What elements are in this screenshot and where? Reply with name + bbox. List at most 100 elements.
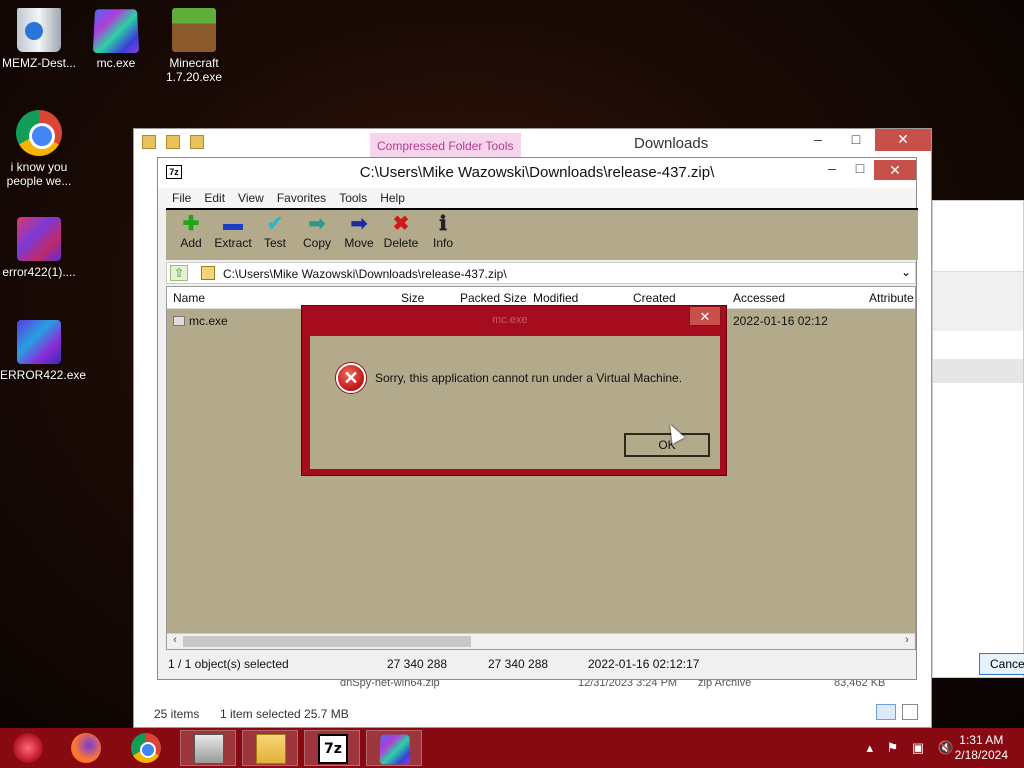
- menu-help[interactable]: Help: [374, 188, 412, 208]
- menu-view[interactable]: View: [232, 188, 271, 208]
- menu-edit[interactable]: Edit: [198, 188, 232, 208]
- info-button[interactable]: ℹ Info: [422, 210, 464, 260]
- taskbar-mc-exe[interactable]: [366, 730, 422, 766]
- scroll-thumb[interactable]: [183, 636, 471, 647]
- info-label: Info: [432, 236, 453, 250]
- desktop-icon-label: error422(1)....: [2, 265, 76, 279]
- scroll-left-icon[interactable]: ‹: [167, 634, 183, 646]
- desktop-icon-memz[interactable]: MEMZ-Dest...: [0, 8, 78, 70]
- add-label: Add: [180, 236, 202, 250]
- column-accessed[interactable]: Accessed: [733, 291, 785, 305]
- clock-date: 2/18/2024: [954, 748, 1008, 762]
- extract-icon: ▬: [223, 213, 243, 235]
- minecraft-block-icon: [92, 9, 140, 53]
- quick-access-toolbar[interactable]: [142, 135, 232, 153]
- window-title: Downloads: [634, 135, 709, 152]
- test-label: Test: [263, 236, 286, 250]
- tiles-view-icon[interactable]: [902, 704, 918, 720]
- minecraft-block-icon: [17, 320, 61, 364]
- chrome-icon: [16, 110, 62, 156]
- background-panel: [933, 271, 1023, 331]
- status-packed: 27 340 288: [488, 657, 549, 671]
- horizontal-scrollbar[interactable]: ‹ ›: [167, 633, 915, 649]
- file-icon: [173, 316, 185, 326]
- copy-icon: ➡: [308, 213, 326, 235]
- grass-block-icon: [172, 8, 216, 52]
- sevenzip-titlebar: 7z C:\Users\Mike Wazowski\Downloads\rele…: [158, 158, 916, 188]
- close-button[interactable]: ✕: [874, 160, 916, 180]
- error-message: Sorry, this application cannot run under…: [375, 371, 683, 385]
- properties-icon[interactable]: [166, 135, 180, 149]
- status-date: 2022-01-16 02:12:17: [588, 657, 700, 671]
- add-icon: ✚: [182, 213, 200, 235]
- info-icon: ℹ: [439, 213, 447, 235]
- speaker-muted-icon[interactable]: 🔇: [938, 740, 954, 755]
- delete-button[interactable]: ✖ Delete: [380, 210, 422, 260]
- test-button[interactable]: ✔ Test: [254, 210, 296, 260]
- maximize-button[interactable]: □: [846, 160, 874, 180]
- menu-file[interactable]: File: [166, 188, 198, 208]
- add-button[interactable]: ✚ Add: [170, 210, 212, 260]
- details-view-icon[interactable]: [876, 704, 896, 720]
- menu-tools[interactable]: Tools: [333, 188, 374, 208]
- window-controls: – □ ✕: [818, 160, 916, 180]
- desktop-icon-label: Minecraft 1.7.20.exe: [165, 56, 223, 84]
- row-accessed: 2022-01-16 02:12: [733, 314, 828, 328]
- taskbar-firefox[interactable]: [58, 730, 114, 766]
- status-size: 27 340 288: [387, 657, 448, 671]
- address-bar[interactable]: ⇧ C:\Users\Mike Wazowski\Downloads\relea…: [166, 262, 916, 284]
- minecraft-block-icon: [379, 734, 411, 765]
- column-packed-size[interactable]: Packed Size: [460, 291, 527, 305]
- extract-button[interactable]: ▬ Extract: [212, 210, 254, 260]
- taskbar-file-explorer[interactable]: [242, 730, 298, 766]
- desktop-icon-label: i know you people we...: [6, 160, 72, 188]
- folder-icon[interactable]: [142, 135, 156, 149]
- network-icon[interactable]: ▣: [912, 740, 924, 755]
- copy-button[interactable]: ➡ Copy: [296, 210, 338, 260]
- tray-chevron-icon[interactable]: ▴: [866, 740, 873, 755]
- up-folder-icon[interactable]: ⇧: [170, 265, 188, 281]
- maximize-button[interactable]: □: [837, 129, 875, 151]
- error-icon: ✕: [336, 363, 366, 393]
- desktop-icon-label: ERROR422.exe: [0, 368, 87, 382]
- desktop-icon-chrome-shortcut[interactable]: i know you people we...: [0, 110, 78, 188]
- copy-label: Copy: [302, 236, 331, 250]
- close-button[interactable]: ✕: [875, 129, 931, 151]
- desktop-icon-minecraft[interactable]: Minecraft 1.7.20.exe: [155, 8, 233, 84]
- minimize-button[interactable]: –: [818, 160, 846, 180]
- scroll-right-icon[interactable]: ›: [899, 634, 915, 646]
- menu-bar: File Edit View Favorites Tools Help: [158, 188, 916, 208]
- desktop-icon-error422[interactable]: ERROR422.exe: [0, 320, 87, 382]
- taskbar-chrome[interactable]: [118, 730, 174, 766]
- toolbar: ✚ Add ▬ Extract ✔ Test ➡ Copy ➡ Move ✖ Delete …: [166, 208, 918, 260]
- zip-archive-icon: [201, 266, 215, 280]
- clock[interactable]: 1:31 AM 2/18/2024: [955, 733, 1008, 763]
- taskbar-7zip[interactable]: 7z: [304, 730, 360, 766]
- desktop-icon-mc-exe[interactable]: mc.exe: [77, 8, 155, 70]
- window-title: C:\Users\Mike Wazowski\Downloads\release…: [359, 164, 715, 181]
- ok-button[interactable]: OK: [624, 433, 710, 457]
- close-button[interactable]: ✕: [689, 306, 721, 326]
- column-attributes[interactable]: Attribute: [869, 291, 914, 305]
- column-created[interactable]: Created: [633, 291, 676, 305]
- flag-icon[interactable]: ⚑: [887, 740, 899, 755]
- dialog-body: ✕ Sorry, this application cannot run und…: [310, 336, 720, 469]
- archive-icon: [194, 734, 224, 764]
- ribbon-tab-compressed-folder-tools[interactable]: Compressed Folder Tools: [370, 133, 521, 159]
- column-modified[interactable]: Modified: [533, 291, 578, 305]
- chevron-down-icon[interactable]: ⌄: [901, 265, 911, 279]
- new-folder-icon[interactable]: [190, 135, 204, 149]
- start-button[interactable]: [0, 730, 56, 766]
- column-size[interactable]: Size: [401, 291, 424, 305]
- menu-favorites[interactable]: Favorites: [271, 188, 333, 208]
- minimize-button[interactable]: –: [799, 129, 837, 151]
- cancel-button[interactable]: Cance: [979, 653, 1024, 675]
- column-name[interactable]: Name: [173, 291, 205, 305]
- row-name: mc.exe: [189, 314, 228, 328]
- desktop-icon-label: MEMZ-Dest...: [2, 56, 76, 70]
- taskbar-archive-app[interactable]: [180, 730, 236, 766]
- desktop-icon-error422-1[interactable]: error422(1)....: [0, 217, 78, 279]
- test-icon: ✔: [266, 213, 284, 235]
- move-button[interactable]: ➡ Move: [338, 210, 380, 260]
- sevenzip-icon: 7z: [318, 734, 348, 764]
